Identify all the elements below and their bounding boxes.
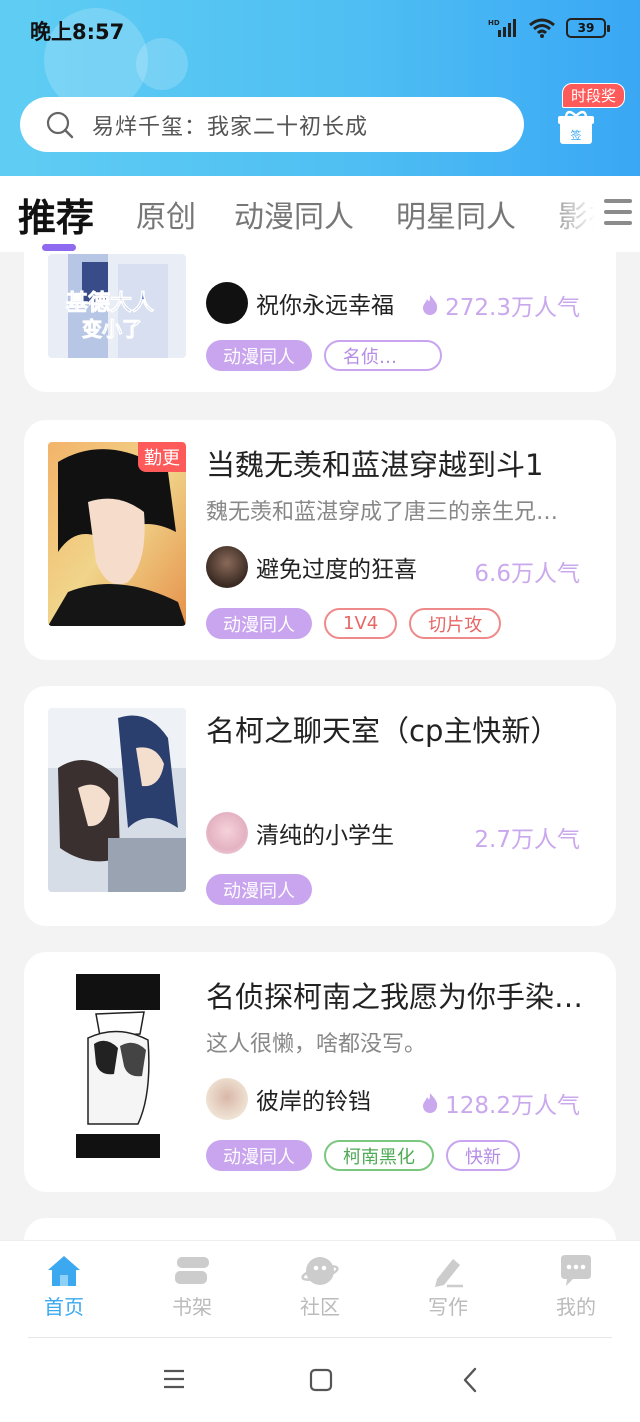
nav-home[interactable]: 首页 (24, 1253, 104, 1320)
book-card[interactable]: 基德大人 变小了 祝你永远幸福 272.3万人气 动漫同人 名侦… (24, 252, 616, 392)
tag[interactable]: 动漫同人 (206, 1140, 312, 1171)
author-name: 彼岸的铃铛 (256, 1089, 371, 1115)
book-author[interactable]: 彼岸的铃铛 (206, 1078, 371, 1120)
bookshelf-icon (175, 1257, 209, 1284)
signal-icon: HD (488, 19, 516, 37)
wifi-icon (529, 18, 555, 38)
book-cover[interactable] (48, 708, 186, 892)
community-icon (301, 1257, 339, 1285)
tab-celebrity-fanfic[interactable]: 明星同人 (396, 192, 516, 236)
nav-label: 写作 (428, 1295, 468, 1319)
tab-indicator (42, 244, 76, 251)
svg-text:基德大人: 基德大人 (66, 290, 154, 316)
write-icon (435, 1259, 463, 1288)
nav-label: 首页 (44, 1295, 84, 1319)
tag[interactable]: 名侦… (324, 340, 442, 371)
popularity-value: 128.2万人气 (445, 1093, 580, 1119)
book-description: 魏无羡和蓝湛穿成了唐三的亲生兄… (206, 500, 559, 525)
status-icons: HD 39 (488, 18, 610, 38)
home-button-icon[interactable] (309, 1368, 333, 1392)
nav-label: 社区 (300, 1295, 340, 1319)
book-title[interactable]: 名柯之聊天室（cp主快新） (206, 708, 598, 750)
tag[interactable]: 快新 (446, 1140, 520, 1171)
back-icon[interactable] (460, 1366, 480, 1394)
author-name: 避免过度的狂喜 (256, 557, 417, 583)
fire-icon (423, 1093, 438, 1113)
checkin-gift-button[interactable]: 时段奖 签 (546, 80, 632, 160)
popularity-value: 2.7万人气 (474, 827, 580, 853)
avatar (206, 282, 248, 324)
popularity: 6.6万人气 (474, 554, 580, 588)
book-cover[interactable]: 勤更 (48, 442, 186, 626)
search-placeholder: 易烊千玺：我家二十初长成 (92, 114, 369, 140)
home-icon (48, 1256, 80, 1286)
nav-bookshelf[interactable]: 书架 (152, 1253, 232, 1320)
search-bar[interactable]: 易烊千玺：我家二十初长成 (20, 97, 524, 152)
search-icon (46, 111, 74, 138)
tag-list: 动漫同人 1V4 切片攻 (206, 608, 502, 639)
badge-frequent-update: 勤更 (138, 442, 186, 472)
svg-text:变小了: 变小了 (82, 317, 142, 341)
tab-original[interactable]: 原创 (136, 192, 196, 236)
tab-recommend[interactable]: 推荐 (18, 187, 94, 242)
avatar (206, 1078, 248, 1120)
author-name: 祝你永远幸福 (256, 293, 394, 319)
svg-text:HD: HD (488, 19, 500, 27)
nav-write[interactable]: 写作 (408, 1253, 488, 1320)
tag[interactable]: 切片攻 (409, 608, 502, 639)
tag[interactable]: 动漫同人 (206, 608, 312, 639)
system-navigation-bar (0, 1338, 640, 1422)
bottom-nav: 首页 书架 社区 写作 我的 (0, 1240, 640, 1338)
book-author[interactable]: 避免过度的狂喜 (206, 546, 417, 588)
menu-icon[interactable] (604, 199, 632, 231)
tag-list: 动漫同人 柯南黑化 快新 (206, 1140, 520, 1171)
tag[interactable]: 1V4 (324, 608, 398, 639)
popularity: 128.2万人气 (421, 1086, 580, 1120)
book-title[interactable]: 当魏无羡和蓝湛穿越到斗1 (206, 442, 598, 484)
nav-label: 书架 (172, 1295, 212, 1319)
author-name: 清纯的小学生 (256, 823, 394, 849)
book-feed: 基德大人 变小了 祝你永远幸福 272.3万人气 动漫同人 名侦… 勤更 当魏无… (0, 252, 640, 1240)
gift-label: 签 (571, 128, 582, 142)
reward-badge: 时段奖 (562, 83, 626, 108)
profile-icon (561, 1255, 591, 1286)
tag[interactable]: 动漫同人 (206, 874, 312, 905)
popularity: 2.7万人气 (474, 820, 580, 854)
book-card[interactable]: 勤更 当魏无羡和蓝湛穿越到斗1 魏无羡和蓝湛穿成了唐三的亲生兄… 避免过度的狂喜… (24, 420, 616, 660)
gift-icon: 签 (558, 110, 594, 144)
status-time: 晚上8:57 (30, 20, 125, 44)
book-author[interactable]: 祝你永远幸福 (206, 282, 394, 324)
avatar (206, 546, 248, 588)
book-cover[interactable] (48, 974, 186, 1158)
nav-label: 我的 (556, 1295, 596, 1319)
book-description: 这人很懒，啥都没写。 (206, 1032, 427, 1057)
popularity-value: 6.6万人气 (474, 561, 580, 587)
book-author[interactable]: 清纯的小学生 (206, 812, 394, 854)
book-card[interactable]: 名侦探柯南之我愿为你手染… 这人很懒，啥都没写。 彼岸的铃铛 128.2万人气 … (24, 952, 616, 1192)
recent-apps-icon[interactable] (162, 1368, 186, 1390)
book-card[interactable] (24, 1218, 616, 1240)
tag-list: 动漫同人 名侦… (206, 340, 442, 371)
popularity-value: 272.3万人气 (445, 295, 580, 321)
book-cover[interactable]: 基德大人 变小了 (48, 254, 186, 358)
tag-list: 动漫同人 (206, 874, 312, 905)
fire-icon (423, 295, 438, 315)
battery-icon: 39 (566, 18, 610, 38)
nav-community[interactable]: 社区 (280, 1253, 360, 1320)
book-title[interactable]: 名侦探柯南之我愿为你手染… (206, 974, 598, 1016)
app-header: 晚上8:57 HD 39 易烊千玺：我家二十初长成 时段奖 签 (0, 0, 640, 176)
tag[interactable]: 动漫同人 (206, 340, 312, 371)
tab-anime-fanfic[interactable]: 动漫同人 (234, 192, 354, 236)
status-bar: 晚上8:57 HD 39 (0, 0, 640, 62)
book-card[interactable]: 名柯之聊天室（cp主快新） 清纯的小学生 2.7万人气 动漫同人 (24, 686, 616, 926)
nav-profile[interactable]: 我的 (536, 1253, 616, 1320)
popularity: 272.3万人气 (421, 288, 580, 322)
avatar (206, 812, 248, 854)
tag[interactable]: 柯南黑化 (324, 1140, 434, 1171)
